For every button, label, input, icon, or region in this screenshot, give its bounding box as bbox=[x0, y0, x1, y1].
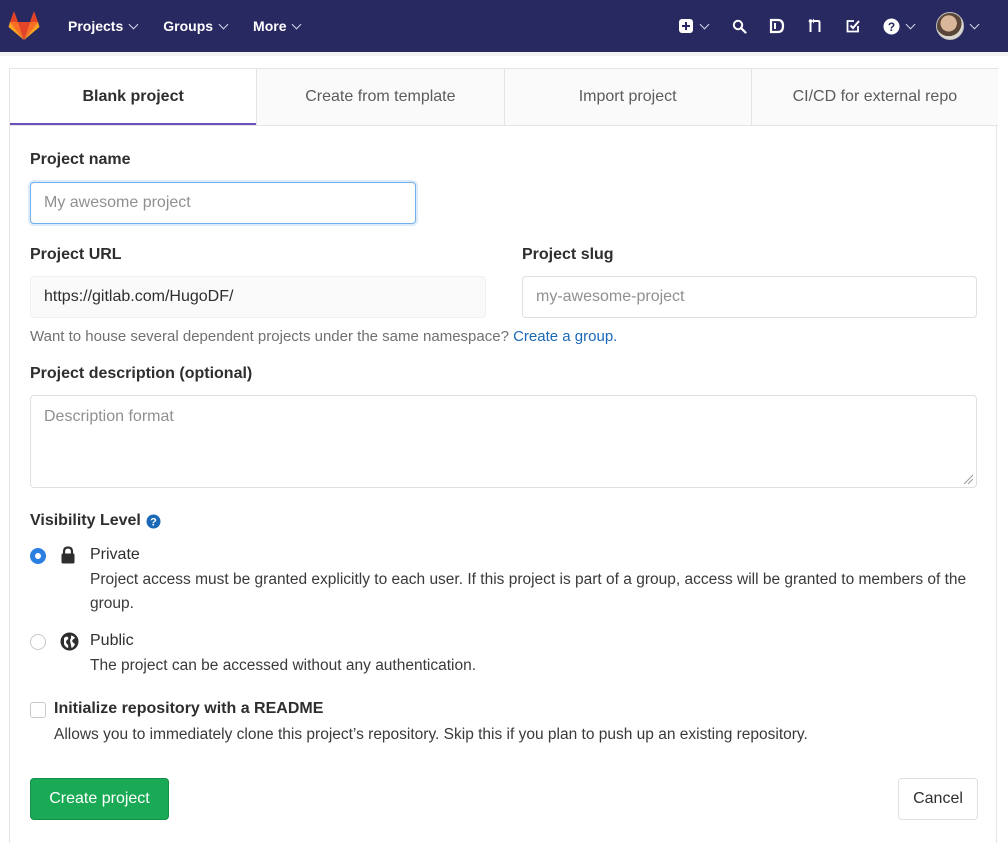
nav-groups-dropdown[interactable]: Groups bbox=[163, 18, 229, 34]
visibility-private-description: Project access must be granted explicitl… bbox=[90, 571, 967, 612]
visibility-level-text: Visibility Level bbox=[30, 512, 141, 529]
visibility-private-title: Private bbox=[90, 546, 140, 563]
chevron-down-icon bbox=[218, 19, 229, 29]
globe-icon bbox=[60, 632, 79, 651]
project-description-label: Project description (optional) bbox=[30, 365, 253, 382]
chevron-down-icon bbox=[905, 19, 916, 29]
nav-more-label: More bbox=[253, 18, 287, 34]
new-project-tabs: Blank project Create from template Impor… bbox=[10, 68, 998, 126]
create-project-button[interactable]: Create project bbox=[30, 778, 169, 820]
tab-create-from-template[interactable]: Create from template bbox=[257, 69, 505, 125]
svg-text:?: ? bbox=[150, 516, 157, 528]
project-name-label: Project name bbox=[30, 151, 131, 168]
visibility-private-radio[interactable] bbox=[30, 548, 46, 564]
top-navbar: Projects Groups More ? bbox=[0, 0, 1008, 56]
plus-square-icon bbox=[679, 19, 693, 33]
project-url-label: Project URL bbox=[30, 246, 122, 263]
project-name-placeholder: My awesome project bbox=[44, 194, 191, 211]
chevron-down-icon bbox=[292, 19, 302, 29]
create-group-link[interactable]: Create a group. bbox=[513, 328, 617, 345]
help-dropdown-button[interactable]: ? bbox=[883, 18, 916, 35]
avatar bbox=[936, 12, 964, 40]
new-project-panel: Blank project Create from template Impor… bbox=[9, 68, 998, 843]
chevron-down-icon bbox=[969, 19, 980, 29]
project-slug-placeholder: my-awesome-project bbox=[536, 288, 685, 305]
cancel-button[interactable]: Cancel bbox=[898, 778, 978, 820]
project-slug-input[interactable]: my-awesome-project bbox=[522, 276, 977, 318]
initialize-readme-description: Allows you to immediately clone this pro… bbox=[54, 726, 808, 743]
search-icon bbox=[732, 19, 747, 34]
tab-blank-project[interactable]: Blank project bbox=[10, 69, 258, 125]
project-slug-label: Project slug bbox=[522, 246, 614, 263]
nav-projects-label: Projects bbox=[68, 18, 124, 34]
initialize-readme-checkbox[interactable] bbox=[30, 702, 46, 718]
merge-request-icon bbox=[808, 18, 821, 32]
visibility-level-label: Visibility Level ? bbox=[30, 512, 161, 530]
help-icon: ? bbox=[883, 18, 900, 34]
todo-icon bbox=[846, 20, 860, 33]
namespace-help-message: Want to house several dependent projects… bbox=[30, 328, 509, 345]
nav-more-dropdown[interactable]: More bbox=[253, 18, 302, 34]
chevron-down-icon bbox=[128, 19, 139, 29]
todos-button[interactable] bbox=[845, 18, 861, 34]
nav-groups-label: Groups bbox=[163, 18, 214, 34]
merge-requests-button[interactable] bbox=[807, 18, 823, 34]
project-description-textarea[interactable] bbox=[30, 395, 977, 488]
search-button[interactable] bbox=[732, 19, 747, 34]
user-menu-button[interactable] bbox=[936, 12, 980, 40]
issues-button[interactable] bbox=[769, 18, 785, 34]
tab-ci-cd-external-repo[interactable]: CI/CD for external repo bbox=[752, 69, 998, 125]
visibility-public-radio[interactable] bbox=[30, 634, 46, 650]
chevron-down-icon bbox=[699, 19, 710, 29]
visibility-public-title: Public bbox=[90, 632, 134, 649]
tab-import-project[interactable]: Import project bbox=[505, 69, 752, 125]
project-name-input[interactable]: My awesome project bbox=[30, 182, 416, 224]
lock-icon bbox=[61, 546, 75, 564]
namespace-help-text: Want to house several dependent projects… bbox=[30, 328, 617, 345]
issues-icon bbox=[769, 18, 785, 34]
visibility-public-description: The project can be accessed without any … bbox=[90, 657, 477, 674]
project-url-value: https://gitlab.com/HugoDF/ bbox=[44, 288, 234, 305]
initialize-readme-label[interactable]: Initialize repository with a README bbox=[54, 700, 323, 718]
svg-text:?: ? bbox=[888, 20, 895, 34]
gitlab-logo-icon[interactable] bbox=[2, 0, 46, 52]
new-dropdown-button[interactable] bbox=[678, 18, 710, 34]
question-circle-icon[interactable]: ? bbox=[146, 514, 161, 529]
nav-menu: Projects Groups More bbox=[68, 18, 326, 34]
nav-projects-dropdown[interactable]: Projects bbox=[68, 18, 139, 34]
resize-handle-icon[interactable] bbox=[962, 473, 974, 485]
nav-right-icons: ? bbox=[656, 0, 980, 52]
project-url-field[interactable]: https://gitlab.com/HugoDF/ bbox=[30, 276, 486, 318]
